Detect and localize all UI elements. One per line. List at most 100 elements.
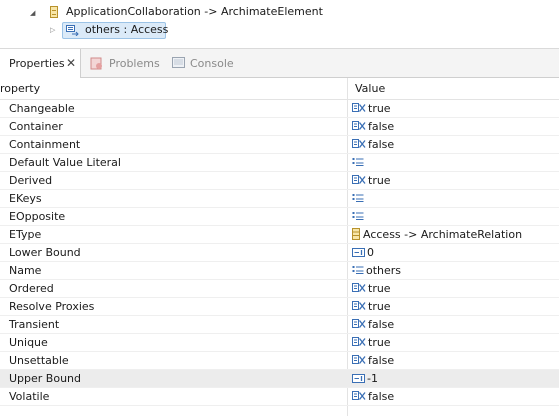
property-value[interactable]: false — [352, 136, 394, 154]
collapsed-triangle-icon[interactable]: ▷ — [50, 21, 55, 39]
column-header-property[interactable]: roperty — [0, 78, 40, 100]
property-name: Derived — [9, 174, 53, 187]
table-row[interactable]: Container false — [0, 118, 559, 136]
property-value[interactable] — [352, 190, 366, 208]
table-row[interactable]: Unique true — [0, 334, 559, 352]
column-header-value[interactable]: Value — [355, 78, 385, 100]
tree-item-parent[interactable]: ◢ ApplicationCollaboration -> ArchimateE… — [30, 3, 360, 21]
table-row[interactable]: Ordered true — [0, 280, 559, 298]
properties-table: roperty Value Changeable true Container fal… — [0, 78, 559, 416]
property-value-text: true — [368, 102, 391, 115]
property-name: Unique — [9, 336, 48, 349]
property-value-text: false — [368, 354, 395, 367]
property-value-text: -1 — [367, 372, 378, 385]
property-value[interactable]: -1 — [352, 370, 378, 388]
property-value-text: true — [368, 336, 391, 349]
property-value-text: false — [368, 138, 395, 151]
table-row[interactable]: EType Access -> ArchimateRelation — [0, 226, 559, 244]
table-row[interactable]: Name others — [0, 262, 559, 280]
ereference-icon — [66, 25, 79, 36]
property-name: EOpposite — [9, 210, 66, 223]
table-row[interactable]: Volatile false — [0, 388, 559, 406]
boolean-icon — [352, 337, 366, 346]
table-row[interactable]: EKeys — [0, 190, 559, 208]
tree-item-child[interactable]: ▷ others : Access — [50, 21, 170, 39]
property-value-text: true — [368, 300, 391, 313]
table-row[interactable]: Lower Bound 0 — [0, 244, 559, 262]
tab-properties[interactable]: Properties ✕ — [0, 49, 81, 78]
expanded-triangle-icon[interactable]: ◢ — [30, 4, 35, 22]
property-value[interactable]: false — [352, 316, 394, 334]
number-icon — [352, 373, 365, 383]
view-tab-bar: Properties ✕ Problems Console — [0, 48, 559, 78]
table-row[interactable]: Transient false — [0, 316, 559, 334]
property-value[interactable]: true — [352, 298, 391, 316]
property-name: Unsettable — [9, 354, 69, 367]
property-value-text: 0 — [367, 246, 374, 259]
tab-console-label: Console — [190, 57, 234, 70]
property-name: Upper Bound — [9, 372, 82, 385]
table-header: roperty Value — [0, 78, 559, 100]
table-row[interactable]: Default Value Literal — [0, 154, 559, 172]
property-value[interactable]: true — [352, 172, 391, 190]
property-value[interactable]: true — [352, 334, 391, 352]
boolean-icon — [352, 175, 366, 184]
property-name: EKeys — [9, 192, 42, 205]
property-value-text: false — [368, 390, 395, 403]
property-value[interactable]: false — [352, 118, 394, 136]
problems-icon — [90, 57, 102, 70]
table-row[interactable]: EOpposite — [0, 208, 559, 226]
property-value-text: Access -> ArchimateRelation — [363, 228, 523, 241]
property-value-text: true — [368, 174, 391, 187]
boolean-icon — [352, 355, 366, 364]
property-name: Volatile — [9, 390, 50, 403]
boolean-icon — [352, 319, 366, 328]
text-icon — [352, 194, 364, 202]
property-name: EType — [9, 228, 42, 241]
tree-item-parent-label: ApplicationCollaboration -> ArchimateEle… — [66, 5, 323, 18]
eclass-icon — [50, 6, 58, 18]
property-name: Default Value Literal — [9, 156, 121, 169]
property-name: Resolve Proxies — [9, 300, 95, 313]
tab-properties-label: Properties — [9, 57, 65, 70]
property-value[interactable]: 0 — [352, 244, 374, 262]
property-name: Lower Bound — [9, 246, 81, 259]
property-value-text: false — [368, 318, 395, 331]
class-icon — [352, 228, 360, 240]
table-row[interactable]: Upper Bound -1 — [0, 370, 559, 388]
table-row[interactable]: Changeable true — [0, 100, 559, 118]
console-icon — [172, 57, 185, 68]
property-value[interactable]: false — [352, 352, 394, 370]
property-value[interactable] — [352, 208, 366, 226]
property-value[interactable]: others — [352, 262, 401, 280]
text-icon — [352, 266, 364, 274]
close-icon[interactable]: ✕ — [66, 49, 76, 78]
boolean-icon — [352, 391, 366, 400]
table-row[interactable]: Containment false — [0, 136, 559, 154]
text-icon — [352, 212, 364, 220]
property-value[interactable] — [352, 154, 366, 172]
property-name: Name — [9, 264, 42, 277]
boolean-icon — [352, 121, 366, 130]
boolean-icon — [352, 301, 366, 310]
number-icon — [352, 247, 365, 257]
table-row[interactable]: Resolve Proxies true — [0, 298, 559, 316]
property-value-text: false — [368, 120, 395, 133]
property-name: Changeable — [9, 102, 75, 115]
property-value[interactable]: true — [352, 100, 391, 118]
property-value-text: true — [368, 282, 391, 295]
property-value[interactable]: false — [352, 388, 394, 406]
tab-problems[interactable]: Problems — [88, 49, 166, 78]
property-name: Transient — [9, 318, 60, 331]
property-name: Containment — [9, 138, 81, 151]
property-name: Ordered — [9, 282, 54, 295]
tree-item-child-label: others : Access — [85, 23, 169, 36]
model-tree: ◢ ApplicationCollaboration -> ArchimateE… — [0, 0, 559, 42]
tab-console[interactable]: Console — [171, 49, 243, 78]
table-row[interactable]: Unsettable false — [0, 352, 559, 370]
property-value[interactable]: true — [352, 280, 391, 298]
boolean-icon — [352, 283, 366, 292]
table-row[interactable]: Derived true — [0, 172, 559, 190]
property-value[interactable]: Access -> ArchimateRelation — [352, 226, 522, 244]
boolean-icon — [352, 103, 366, 112]
